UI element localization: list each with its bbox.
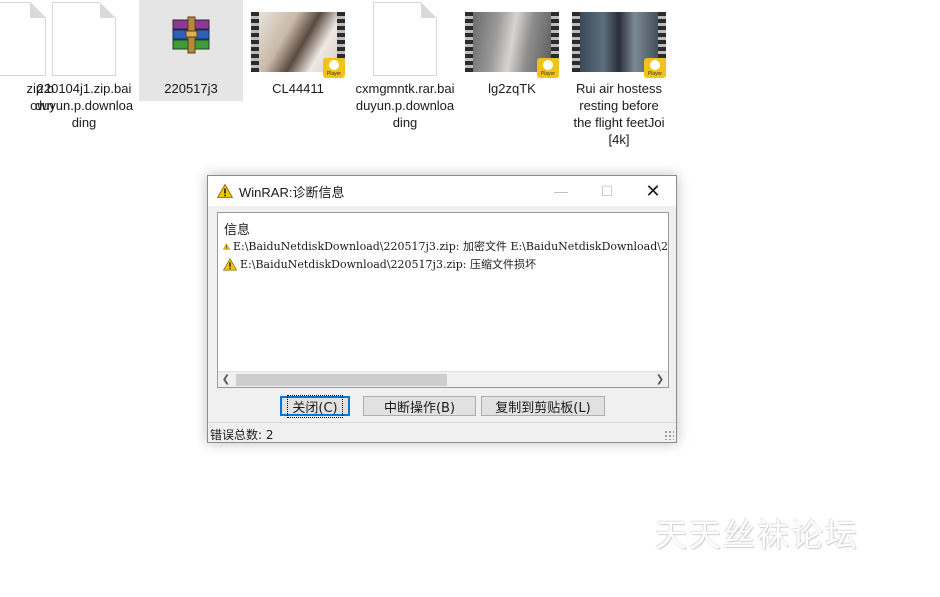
dialog-title: WinRAR:诊断信息 [239, 184, 345, 200]
winrar-archive-icon [139, 0, 243, 78]
message-text: E:\BaiduNetdiskDownload\220517j3.zip: 加密… [232, 240, 668, 253]
player-badge-icon: Player [323, 58, 345, 78]
maximize-button[interactable]: ☐ [584, 176, 630, 206]
file-item-lg2zqtk[interactable]: Player lg2zqTK [460, 0, 564, 101]
file-label: cxmgmntk.rar.baiduyun.p.downloading [355, 81, 455, 130]
message-list[interactable]: 信息 E:\BaiduNetdiskDownload\220517j3.zip:… [217, 212, 669, 388]
close-window-button[interactable]: ✕ [630, 176, 676, 206]
file-item-cxmgmntk[interactable]: cxmgmntk.rar.baiduyun.p.downloading [353, 0, 457, 135]
file-item-cl44411[interactable]: Player CL44411 [246, 0, 350, 101]
winrar-diagnostic-dialog: WinRAR:诊断信息 — ☐ ✕ 信息 E:\BaiduNetdiskDown… [207, 175, 677, 443]
close-icon: ✕ [645, 180, 661, 201]
file-item-rui-air-hostess[interactable]: Player Rui air hostess resting before th… [567, 0, 671, 152]
status-bar: 错误总数: 2 [208, 422, 676, 442]
player-badge-icon: Player [644, 58, 666, 78]
file-label: 220517j3 [139, 78, 243, 101]
winrar-books-icon [172, 16, 210, 54]
message-text: E:\BaiduNetdiskDownload\220517j3.zip: 压缩… [240, 258, 536, 271]
video-thumbnail: Player [567, 0, 671, 78]
error-count: 错误总数: 2 [210, 428, 274, 442]
abort-button[interactable]: 中断操作(B) [363, 396, 476, 416]
resize-grip-icon[interactable] [664, 430, 674, 440]
minimize-icon: — [554, 183, 568, 199]
warning-icon [223, 242, 230, 249]
list-column-header: 信息 [224, 222, 251, 237]
file-label: CL44411 [272, 81, 324, 96]
file-label: 220104j1.zip.baiduyun.p.downloading [34, 81, 134, 130]
document-icon [32, 0, 136, 78]
message-row[interactable]: E:\BaiduNetdiskDownload\220517j3.zip: 压缩… [218, 255, 668, 273]
player-badge-icon: Player [537, 58, 559, 78]
watermark: 天天丝袜论坛 [655, 516, 860, 554]
horizontal-scrollbar[interactable]: ❮ ❯ [218, 371, 668, 387]
file-item-220104j1[interactable]: 220104j1.zip.baiduyun.p.downloading [32, 0, 136, 135]
warning-icon [217, 184, 233, 198]
maximize-icon: ☐ [600, 182, 614, 199]
close-button[interactable]: 关闭(C) [280, 394, 350, 418]
minimize-button[interactable]: — [538, 176, 584, 206]
copy-to-clipboard-button[interactable]: 复制到剪贴板(L) [481, 396, 605, 416]
video-thumbnail: Player [460, 0, 564, 78]
file-item-220517j3[interactable]: 220517j3 [139, 0, 243, 101]
message-row[interactable]: E:\BaiduNetdiskDownload\220517j3.zip: 加密… [218, 237, 668, 255]
scroll-left-icon[interactable]: ❮ [218, 372, 234, 387]
title-bar[interactable]: WinRAR:诊断信息 — ☐ ✕ [208, 176, 676, 206]
file-label: Rui air hostess resting before the fligh… [573, 81, 665, 147]
warning-icon [223, 257, 237, 271]
scroll-right-icon[interactable]: ❯ [652, 372, 668, 387]
file-label: lg2zqTK [488, 81, 536, 96]
video-thumbnail: Player [246, 0, 350, 78]
document-icon [353, 0, 457, 78]
scrollbar-thumb[interactable] [236, 374, 447, 386]
